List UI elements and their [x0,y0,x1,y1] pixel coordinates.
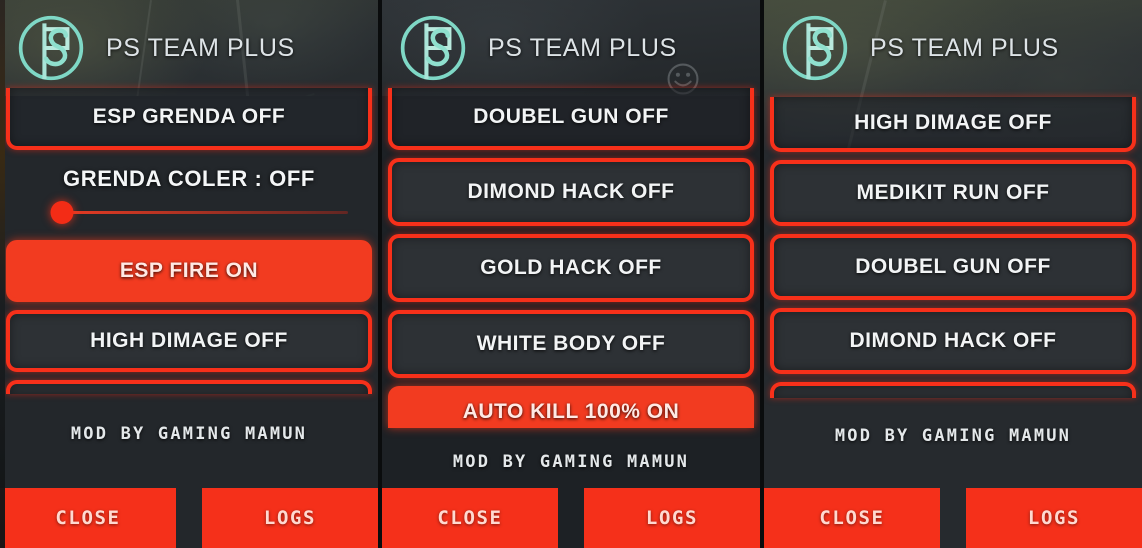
toggle-auto-kill[interactable]: AUTO KILL 100% ON [388,386,754,428]
toggle-label: ESP FIRE ON [119,259,259,282]
mod-menu-panel-2: PS TEAM PLUS DOUBEL GUN OFF DIMOND HACK … [382,0,760,548]
toggle-white-body[interactable]: WHITE BODY OFF [388,310,754,378]
slider-thumb[interactable] [50,201,74,224]
ps-circle-logo-icon [18,15,84,81]
toggle-high-dimage[interactable]: HIGH DIMAGE OFF [770,97,1136,152]
toggle-label: DIMOND HACK OFF [849,329,1057,352]
ps-circle-logo-icon [400,15,466,81]
panel-1-left-edge [0,0,5,548]
toggle-doubel-gun[interactable]: DOUBEL GUN OFF [770,234,1136,300]
credit-text: MOD BY GAMING MAMUN [452,452,690,472]
credit-text: MOD BY GAMING MAMUN [834,426,1072,446]
toggle-gold-hack[interactable]: GOLD HACK OFF [388,234,754,302]
toggle-label: DOUBEL GUN OFF [473,105,669,128]
app-title: PS TEAM PLUS [488,33,677,62]
logs-button[interactable]: LOGS [202,488,378,548]
toggle-label: HIGH DIMAGE OFF [90,329,288,352]
app-title: PS TEAM PLUS [106,33,295,62]
panel-2-footer: CLOSE LOGS [382,488,760,548]
logs-button[interactable]: LOGS [966,488,1142,548]
app-title: PS TEAM PLUS [870,33,1059,62]
footer-spacer [176,488,202,548]
panel-1-footer: CLOSE LOGS [0,488,378,548]
toggle-partial-next[interactable] [770,382,1136,398]
toggle-esp-grenda[interactable]: ESP GRENDA OFF [6,88,372,150]
footer-spacer [940,488,966,548]
close-button[interactable]: CLOSE [382,488,558,548]
toggle-high-dimage[interactable]: HIGH DIMAGE OFF [6,310,372,372]
toggle-label: AUTO KILL 100% ON [462,400,680,423]
toggle-partial-next[interactable] [6,380,372,394]
toggle-label: WHITE BODY OFF [476,332,666,355]
footer-spacer [558,488,584,548]
toggle-label: DOUBEL GUN OFF [855,255,1051,278]
panel-3-footer: CLOSE LOGS [764,488,1142,548]
mod-menu-panel-3: PS TEAM PLUS HIGH DIMAGE OFF MEDIKIT RUN… [764,0,1142,548]
toggle-label: DIMOND HACK OFF [467,180,675,203]
panel-1-header: PS TEAM PLUS [0,0,378,96]
logs-button[interactable]: LOGS [584,488,760,548]
toggle-label: HIGH DIMAGE OFF [854,110,1052,134]
credit-text: MOD BY GAMING MAMUN [70,424,308,444]
toggle-dimond-hack[interactable]: DIMOND HACK OFF [388,158,754,226]
close-button[interactable]: CLOSE [764,488,940,548]
toggle-dimond-hack[interactable]: DIMOND HACK OFF [770,308,1136,374]
toggle-label: ESP GRENDA OFF [92,105,286,128]
panel-2-header: PS TEAM PLUS [382,0,760,96]
toggle-doubel-gun[interactable]: DOUBEL GUN OFF [388,88,754,150]
toggle-label: GOLD HACK OFF [480,256,662,279]
grenda-coler-label: GRENDA COLER : OFF [63,166,315,191]
toggle-esp-fire[interactable]: ESP FIRE ON [6,240,372,302]
mod-menu-panel-1: PS TEAM PLUS ESP GRENDA OFF GRENDA COLER… [0,0,378,548]
panel-3-header: PS TEAM PLUS [764,0,1142,96]
toggle-label: MEDIKIT RUN OFF [856,181,1050,204]
grenda-coler-slider[interactable] [20,192,358,232]
close-button[interactable]: CLOSE [0,488,176,548]
screenshot-root: PS TEAM PLUS ESP GRENDA OFF GRENDA COLER… [0,0,1142,548]
ps-circle-logo-icon [782,15,848,81]
slider-track[interactable] [62,211,348,214]
toggle-medikit-run[interactable]: MEDIKIT RUN OFF [770,160,1136,226]
